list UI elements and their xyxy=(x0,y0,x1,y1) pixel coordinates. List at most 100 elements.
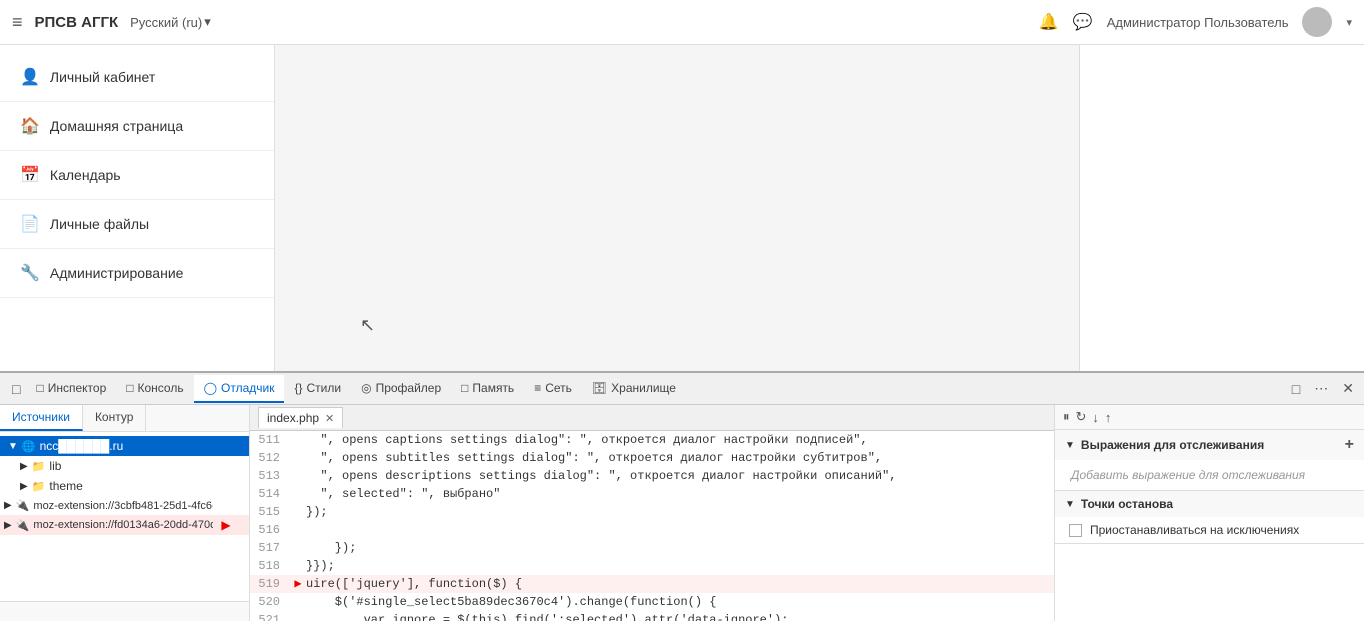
tree-arrow-root: ▼ xyxy=(8,441,18,452)
tab-memory-label: Память xyxy=(472,381,514,395)
sidebar: 👤 Личный кабинет 🏠 Домашняя страница 📅 К… xyxy=(0,45,275,371)
code-line-518: 518 }}); xyxy=(250,557,1054,575)
devtools-more-icon[interactable]: ⋯ xyxy=(1310,378,1332,399)
line-content-512: ", opens subtitles settings dialog": ", … xyxy=(306,449,1054,467)
tree-item-ext1[interactable]: ▶ 🔌 moz-extension://3cbfb481-25d1-4fc6-a… xyxy=(0,496,249,515)
tab-network[interactable]: ≡ Сеть xyxy=(524,375,582,403)
watch-expressions-header[interactable]: ▼ Выражения для отслеживания + xyxy=(1055,430,1364,460)
styles-icon: {} xyxy=(294,381,302,395)
tab-debugger[interactable]: ◯ Отладчик xyxy=(194,375,285,403)
tab-inspector-label: Инспектор xyxy=(48,381,107,395)
sources-tab-outline[interactable]: Контур xyxy=(83,405,146,431)
line-num-514: 514 xyxy=(250,485,290,503)
code-tab-close-icon[interactable]: ✕ xyxy=(325,412,334,425)
hamburger-button[interactable]: ≡ xyxy=(12,12,23,33)
tree-folder-lib-icon: 📁 xyxy=(32,460,46,473)
tree-item-lib[interactable]: ▶ 📁 lib xyxy=(0,456,249,476)
tree-arrow-ext2: ▶ xyxy=(4,520,12,531)
line-num-520: 520 xyxy=(250,593,290,611)
user-name[interactable]: Администратор Пользователь xyxy=(1107,15,1289,30)
tree-arrow-lib: ▶ xyxy=(20,461,28,472)
debugger-controls: ⏸ ↻ ↓ ↑ xyxy=(1055,405,1364,430)
user-menu-caret-icon[interactable]: ▾ xyxy=(1346,16,1352,29)
avatar[interactable] xyxy=(1302,7,1332,37)
tab-console[interactable]: □ Консоль xyxy=(116,375,193,403)
sidebar-item-calendar[interactable]: 📅 Календарь xyxy=(0,151,274,200)
code-editor[interactable]: 511 ", opens captions settings dialog": … xyxy=(250,431,1054,621)
resume-icon[interactable]: ↑ xyxy=(1105,410,1112,425)
watch-expressions-placeholder: Добавить выражение для отслеживания xyxy=(1055,460,1364,490)
step-out-icon[interactable]: ↓ xyxy=(1092,410,1099,425)
tree-item-ext1-label: moz-extension://3cbfb481-25d1-4fc6-a0... xyxy=(33,500,213,512)
devtools-close-icon[interactable]: ✕ xyxy=(1338,378,1358,399)
tree-item-lib-label: lib xyxy=(49,459,61,473)
breakpoints-arrow: ▼ xyxy=(1065,499,1075,510)
tree-item-ext2[interactable]: ▶ 🔌 moz-extension://fd0134a6-20dd-470d..… xyxy=(0,515,249,535)
tab-memory[interactable]: □ Память xyxy=(451,375,524,403)
sidebar-item-home[interactable]: 🏠 Домашняя страница xyxy=(0,102,274,151)
tree-globe-icon: 🌐 xyxy=(22,440,36,453)
tab-inspector[interactable]: □ Инспектор xyxy=(26,375,116,403)
main-layout: 👤 Личный кабинет 🏠 Домашняя страница 📅 К… xyxy=(0,45,1364,371)
language-caret-icon: ▾ xyxy=(204,14,211,30)
inspector-icon: □ xyxy=(36,381,43,395)
watch-expressions-label: Выражения для отслеживания xyxy=(1081,438,1264,452)
code-line-521: 521 var ignore = $(this).find(':selected… xyxy=(250,611,1054,621)
home-icon: 🏠 xyxy=(20,116,40,136)
tab-console-label: Консоль xyxy=(138,381,184,395)
tab-profiler[interactable]: ◎ Профайлер xyxy=(351,375,451,403)
right-panel xyxy=(1079,45,1364,371)
devtools-controls: □ ⋯ ✕ xyxy=(1288,378,1358,399)
sidebar-item-files[interactable]: 📄 Личные файлы xyxy=(0,200,274,249)
code-line-512: 512 ", opens subtitles settings dialog":… xyxy=(250,449,1054,467)
tree-item-theme[interactable]: ▶ 📁 theme xyxy=(0,476,249,496)
sidebar-item-personal[interactable]: 👤 Личный кабинет xyxy=(0,53,274,102)
language-label: Русский (ru) xyxy=(130,15,202,30)
chat-icon[interactable]: 💬 xyxy=(1073,12,1093,32)
tab-styles[interactable]: {} Стили xyxy=(284,375,351,403)
code-file-tab-index[interactable]: index.php ✕ xyxy=(258,407,343,428)
tree-arrow-ext1: ▶ xyxy=(4,500,12,511)
network-icon: ≡ xyxy=(534,381,541,395)
devtools-dock-icon[interactable]: □ xyxy=(1288,379,1304,399)
watch-add-button[interactable]: + xyxy=(1345,436,1354,454)
line-content-519: uire(['jquery'], function($) { xyxy=(306,575,1054,593)
code-line-520: 520 $('#single_select5ba89dec3670c4').ch… xyxy=(250,593,1054,611)
line-content-521: var ignore = $(this).find(':selected').a… xyxy=(306,611,1054,621)
sidebar-item-calendar-label: Календарь xyxy=(50,167,121,183)
code-file-tab-bar: index.php ✕ xyxy=(250,405,1054,431)
line-content-511: ", opens captions settings dialog": ", о… xyxy=(306,431,1054,449)
breakpoints-label: Точки останова xyxy=(1081,497,1173,511)
line-num-513: 513 xyxy=(250,467,290,485)
line-num-511: 511 xyxy=(250,431,290,449)
language-selector[interactable]: Русский (ru) ▾ xyxy=(130,14,211,30)
sources-tab-sources[interactable]: Источники xyxy=(0,405,83,431)
admin-icon: 🔧 xyxy=(20,263,40,283)
code-line-514: 514 ", selected": ", выбрано" xyxy=(250,485,1054,503)
devtools-sidebar-toggle-icon[interactable]: □ xyxy=(6,381,26,397)
line-content-514: ", selected": ", выбрано" xyxy=(306,485,1054,503)
breakpoint-checkbox[interactable] xyxy=(1069,524,1082,537)
navbar-right: 🔔 💬 Администратор Пользователь ▾ xyxy=(1039,7,1352,37)
debugger-icon: ◯ xyxy=(204,381,217,395)
tab-storage[interactable]: 🗄 Хранилище xyxy=(582,375,686,403)
bell-icon[interactable]: 🔔 xyxy=(1039,12,1059,32)
tab-profiler-label: Профайлер xyxy=(376,381,442,395)
sidebar-item-admin[interactable]: 🔧 Администрирование xyxy=(0,249,274,298)
line-content-518: }}); xyxy=(306,557,1054,575)
line-num-517: 517 xyxy=(250,539,290,557)
step-over-icon[interactable]: ⏸ xyxy=(1063,409,1070,425)
tree-item-theme-label: theme xyxy=(49,479,82,493)
code-line-513: 513 ", opens descriptions settings dialo… xyxy=(250,467,1054,485)
line-num-512: 512 xyxy=(250,449,290,467)
cursor: ↖ xyxy=(360,315,375,336)
tab-debugger-label: Отладчик xyxy=(221,381,274,395)
sources-tree: ▼ 🌐 ncc██████.ru ▶ 📁 lib ▶ 📁 theme ▶ 🔌 xyxy=(0,432,249,601)
breakpoints-header[interactable]: ▼ Точки останова xyxy=(1055,491,1364,517)
sources-header: Источники Контур xyxy=(0,405,249,432)
tree-item-root[interactable]: ▼ 🌐 ncc██████.ru xyxy=(0,436,249,456)
step-into-icon[interactable]: ↻ xyxy=(1076,409,1087,425)
profiler-icon: ◎ xyxy=(361,381,371,395)
code-panel: index.php ✕ 511 ", opens captions settin… xyxy=(250,405,1054,621)
code-line-516: 516 xyxy=(250,521,1054,539)
